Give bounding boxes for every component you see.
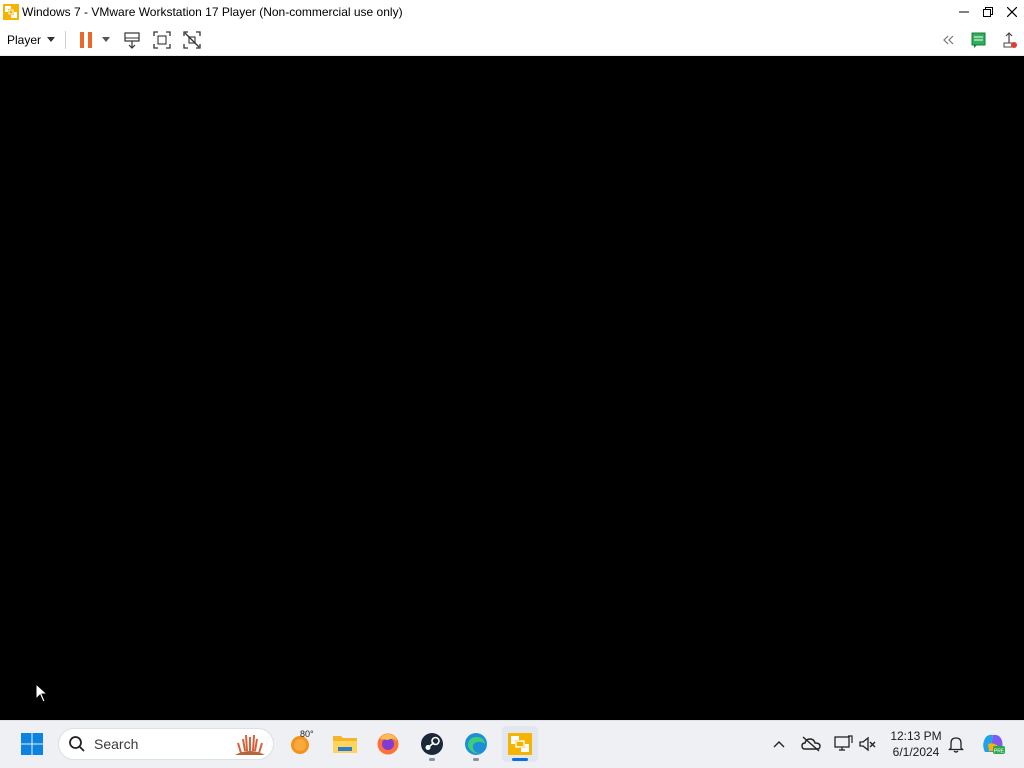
- taskbar-search-box[interactable]: Search: [58, 728, 274, 760]
- active-indicator: [512, 758, 528, 761]
- close-icon: [1007, 7, 1017, 17]
- copilot-icon: PRE: [983, 734, 1005, 755]
- taskbar-vmware-player[interactable]: [502, 726, 538, 762]
- search-icon: [69, 736, 85, 752]
- show-hidden-icons-button[interactable]: [767, 732, 791, 756]
- chevron-down-icon: [47, 37, 56, 42]
- taskbar-clock[interactable]: 12:13 PM 6/1/2024: [884, 728, 948, 760]
- minimize-icon: [959, 11, 969, 13]
- player-menu-label: Player: [7, 32, 42, 47]
- restore-icon: [983, 7, 993, 17]
- minimize-button[interactable]: [952, 0, 976, 24]
- close-button[interactable]: [1000, 0, 1024, 24]
- show-hidden-icons-chevron-icon: [773, 741, 785, 748]
- full-screen-icon: [153, 30, 171, 49]
- start-button[interactable]: [14, 726, 50, 762]
- taskbar-steam[interactable]: [414, 726, 450, 762]
- full-screen-button[interactable]: [150, 28, 174, 52]
- clock-date: 6/1/2024: [892, 745, 940, 759]
- pause-button[interactable]: [74, 28, 98, 52]
- toolbar-divider: [65, 30, 67, 49]
- running-indicator: [429, 758, 435, 761]
- notification-bell-icon: [948, 737, 964, 753]
- player-toolbar: Player: [0, 24, 1024, 56]
- search-highlight-icon: [235, 734, 265, 755]
- network-tray[interactable]: [831, 732, 855, 756]
- message-log-button[interactable]: [967, 28, 991, 52]
- pause-icon: [80, 31, 93, 48]
- volume-tray[interactable]: [856, 732, 880, 756]
- removable-devices-icon: [1003, 31, 1017, 48]
- network-icon: [834, 735, 853, 751]
- running-indicator: [473, 758, 479, 761]
- send-ctrl-alt-del-icon: [124, 31, 140, 49]
- message-log-icon: [971, 32, 986, 48]
- steam-icon: [421, 733, 443, 755]
- search-placeholder: Search: [94, 736, 139, 752]
- edge-icon: [465, 733, 487, 755]
- restore-button[interactable]: [976, 0, 1000, 24]
- removable-devices-button[interactable]: [997, 28, 1021, 52]
- onedrive-icon: [801, 736, 821, 752]
- power-options-dropdown[interactable]: [98, 28, 114, 52]
- collapse-toolbar-button[interactable]: [937, 28, 961, 52]
- copilot-button[interactable]: PRE: [979, 732, 1007, 756]
- notification-center-button[interactable]: [944, 732, 968, 756]
- unity-button[interactable]: [180, 28, 204, 52]
- svg-text:PRE: PRE: [994, 749, 1005, 755]
- onedrive-tray[interactable]: [799, 732, 823, 756]
- window-title: Windows 7 - VMware Workstation 17 Player…: [22, 5, 403, 19]
- weather-temperature: 80°: [300, 729, 314, 739]
- taskbar-file-explorer[interactable]: [327, 726, 363, 762]
- player-menu-button[interactable]: Player: [7, 28, 56, 52]
- title-bar[interactable]: Windows 7 - VMware Workstation 17 Player…: [0, 0, 1024, 24]
- unity-icon: [183, 30, 201, 49]
- vmware-icon: [3, 4, 19, 20]
- taskbar-firefox[interactable]: [370, 726, 406, 762]
- vmware-player-icon: [508, 733, 532, 755]
- firefox-icon: [377, 733, 399, 755]
- volume-muted-icon: [859, 736, 876, 752]
- start-icon: [21, 733, 43, 755]
- dropdown-arrow-icon: [102, 36, 111, 42]
- clock-time: 12:13 PM: [890, 729, 942, 743]
- taskbar-edge[interactable]: [458, 726, 494, 762]
- virtual-machine-display[interactable]: [0, 56, 1024, 720]
- send-ctrl-alt-del-button[interactable]: [120, 28, 144, 52]
- file-explorer-icon: [333, 736, 357, 753]
- collapse-toolbar-icon: [943, 35, 954, 44]
- mouse-cursor-icon: [35, 683, 49, 703]
